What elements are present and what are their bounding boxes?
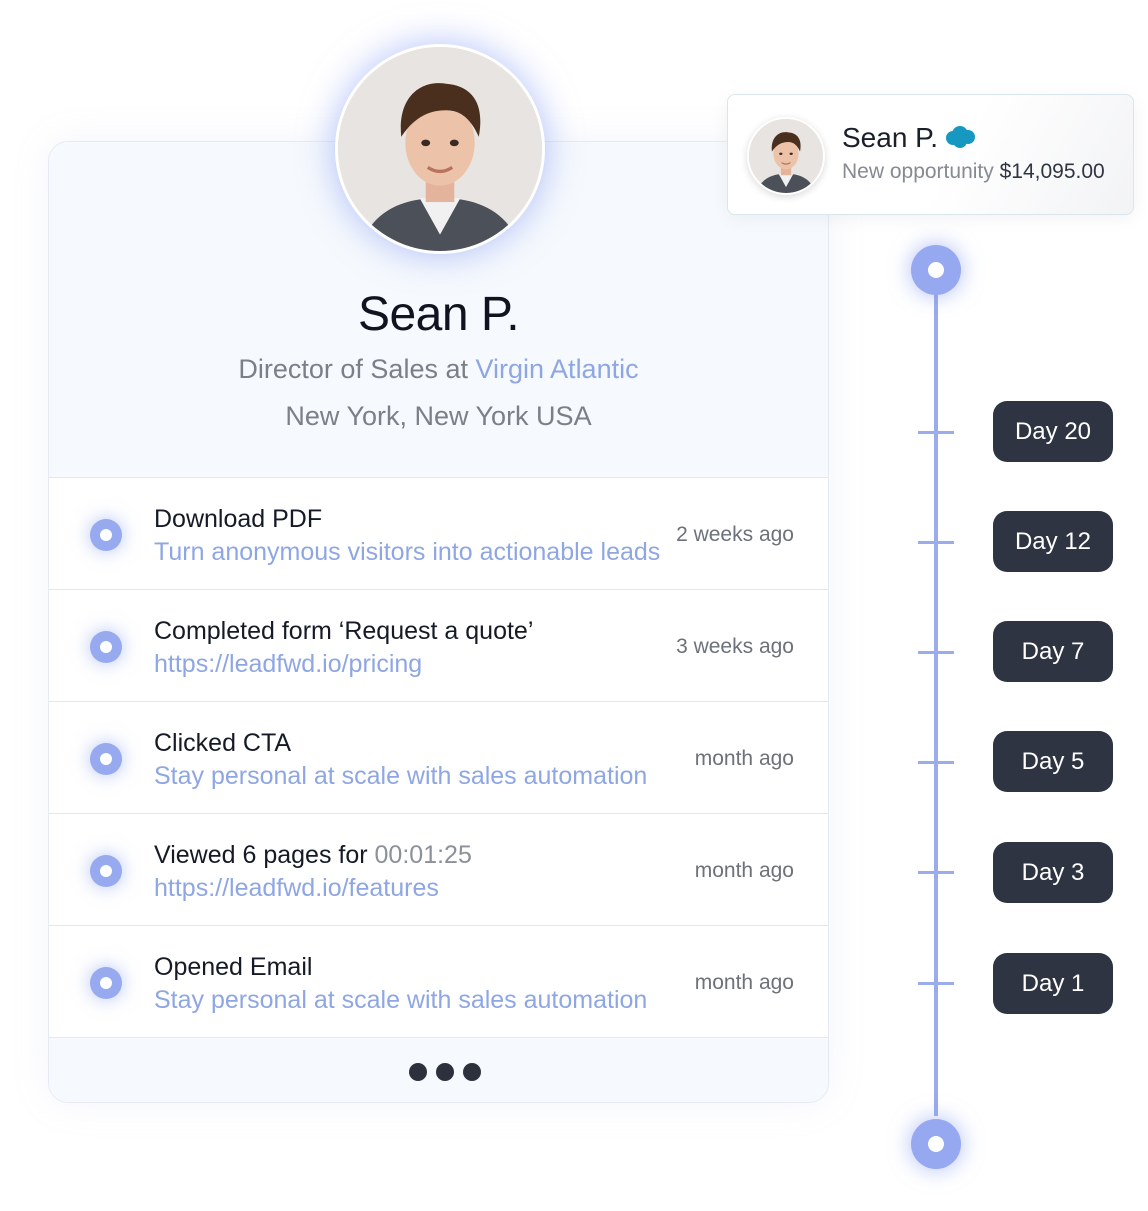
profile-card: Sean P. Director of Sales at Virgin Atla… — [48, 141, 829, 1103]
more-options-icon[interactable] — [409, 1063, 481, 1081]
activity-title: Viewed 6 pages for 00:01:25 — [154, 841, 472, 869]
activity-dot-icon — [90, 631, 122, 663]
activity-title: Completed form ‘Request a quote’ — [154, 617, 534, 645]
notification-name: Sean P. — [842, 122, 939, 153]
profile-title: Director of Sales at Virgin Atlantic — [49, 354, 828, 385]
lead-activity-illustration: Sean P. Director of Sales at Virgin Atla… — [0, 0, 1148, 1211]
activity-link[interactable]: Stay personal at scale with sales automa… — [154, 762, 647, 791]
activity-time: 2 weeks ago — [676, 523, 794, 546]
activity-title: Clicked CTA — [154, 729, 292, 757]
activity-time: month ago — [694, 971, 794, 994]
activity-time: month ago — [694, 747, 794, 770]
activity-dot-icon — [90, 743, 122, 775]
opportunity-notification[interactable]: Sean P. New opportunity $14,095.00 — [727, 94, 1134, 215]
timeline-start-node-icon — [911, 245, 961, 295]
timeline-tick — [918, 431, 954, 434]
activity-link[interactable]: Turn anonymous visitors into actionable … — [154, 538, 660, 567]
opportunity-amount: $14,095.00 — [999, 160, 1105, 183]
activity-time: month ago — [694, 859, 794, 882]
activity-title: Download PDF — [154, 505, 323, 533]
opportunity-label: New opportunity — [842, 160, 994, 183]
timeline-tick — [918, 871, 954, 874]
activity-row[interactable]: Completed form ‘Request a quote’ https:/… — [49, 590, 828, 702]
activity-row[interactable]: Opened Email Stay personal at scale with… — [49, 926, 828, 1038]
day-badge[interactable]: Day 20 — [993, 401, 1113, 462]
profile-name: Sean P. — [357, 288, 520, 341]
day-badge[interactable]: Day 3 — [993, 842, 1113, 903]
salesforce-cloud-icon — [946, 126, 975, 148]
person-photo-icon — [338, 47, 542, 251]
card-footer — [49, 1038, 828, 1102]
person-photo-icon — [749, 119, 823, 193]
activity-row[interactable]: Clicked CTA Stay personal at scale with … — [49, 702, 828, 814]
activity-dot-icon — [90, 967, 122, 999]
timeline-tick — [918, 761, 954, 764]
activity-link[interactable]: https://leadfwd.io/features — [154, 874, 439, 903]
job-title: Director of Sales at — [238, 354, 468, 384]
activity-time: 3 weeks ago — [676, 635, 794, 658]
day-badge[interactable]: Day 7 — [993, 621, 1113, 682]
activity-link[interactable]: https://leadfwd.io/pricing — [154, 650, 422, 679]
day-badge[interactable]: Day 5 — [993, 731, 1113, 792]
activity-link[interactable]: Stay personal at scale with sales automa… — [154, 986, 647, 1015]
day-badge[interactable]: Day 1 — [993, 953, 1113, 1014]
timeline-tick — [918, 982, 954, 985]
timeline-end-node-icon — [911, 1119, 961, 1169]
timeline-tick — [918, 541, 954, 544]
activity-dot-icon — [90, 519, 122, 551]
activity-row[interactable]: Download PDF Turn anonymous visitors int… — [49, 478, 828, 590]
notification-detail: New opportunity $14,095.00 — [842, 160, 1105, 184]
day-badge[interactable]: Day 12 — [993, 511, 1113, 572]
activity-dot-icon — [90, 855, 122, 887]
timeline-line — [934, 290, 938, 1116]
timeline-tick — [918, 651, 954, 654]
company-link[interactable]: Virgin Atlantic — [476, 354, 639, 384]
activity-title: Opened Email — [154, 953, 313, 981]
profile-location: New York, New York USA — [285, 401, 592, 431]
avatar — [335, 44, 545, 254]
activity-row[interactable]: Viewed 6 pages for 00:01:25 https://lead… — [49, 814, 828, 926]
avatar — [747, 117, 825, 195]
activity-duration: 00:01:25 — [374, 841, 472, 869]
